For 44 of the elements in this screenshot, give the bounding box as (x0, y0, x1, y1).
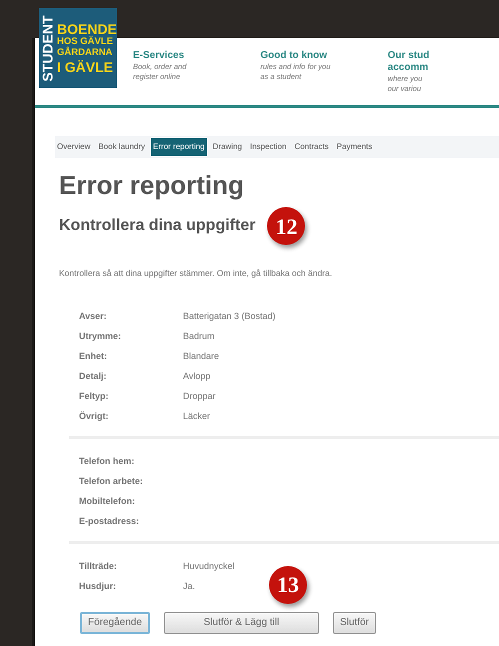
field-label: Telefon hem: (79, 454, 136, 468)
field-label: Enhet: (79, 350, 108, 363)
field-value: Huvudnyckel (183, 560, 235, 573)
nav-tab[interactable]: Overview (55, 138, 92, 156)
field-label: Avser: (79, 310, 108, 323)
field-value: Läcker (183, 410, 210, 423)
logo-text: HOS GÄVLE (57, 37, 114, 48)
field-value: Blandare (183, 350, 220, 363)
form-button[interactable]: Föregående (80, 612, 150, 634)
field-value: Droppar (183, 390, 216, 403)
form-button[interactable]: Slutför & Lägg till (164, 612, 319, 634)
field-label: Detalj: (79, 370, 108, 383)
form-button[interactable]: Slutför (332, 612, 376, 634)
logo-text: STUDENT (38, 14, 56, 82)
field-value: Avlopp (183, 370, 210, 383)
menu-link[interactable]: accomm (388, 62, 499, 74)
menu-link[interactable]: Our stud (388, 50, 499, 62)
callout-number: 12 (267, 207, 306, 246)
menu-link[interactable]: Good to know (260, 50, 372, 62)
nav-tab[interactable]: Book laundry (96, 138, 148, 156)
logo-text: BOENDE (57, 20, 117, 37)
callout-number: 13 (269, 566, 307, 604)
field-label: Husdjur: (79, 580, 117, 593)
field-label: Utrymme: (79, 330, 122, 343)
field-label: Övrigt: (79, 410, 110, 423)
section-heading: Kontrollera dina uppgifter (59, 216, 256, 236)
menu-link[interactable]: E-Services (133, 50, 244, 62)
field-label: E-postadress: (79, 514, 140, 528)
nav-tab[interactable]: Drawing (210, 138, 244, 156)
nav-tab[interactable]: Error reporting (151, 138, 207, 156)
nav-tab[interactable]: Payments (334, 138, 374, 156)
field-label: Telefon arbete: (79, 474, 144, 488)
page-title: Error reporting (59, 170, 245, 202)
logo-text: I GÄVLE (57, 58, 114, 76)
field-value: Ja. (183, 580, 196, 593)
instruction-text: Kontrollera så att dina uppgifter stämmer. Om inte, gå tillbaka och ändra. (59, 267, 334, 280)
logo-text: GÅRDARNA (57, 48, 114, 59)
field-label: Feltyp: (79, 390, 110, 403)
nav-tab[interactable]: Contracts (292, 138, 331, 156)
field-value: Badrum (183, 330, 215, 343)
field-label: Mobiltelefon: (79, 494, 136, 508)
nav-tab[interactable]: Inspection (248, 138, 288, 156)
field-label: Tillträde: (79, 560, 118, 573)
field-value: Batterigatan 3 (Bostad) (183, 310, 276, 323)
